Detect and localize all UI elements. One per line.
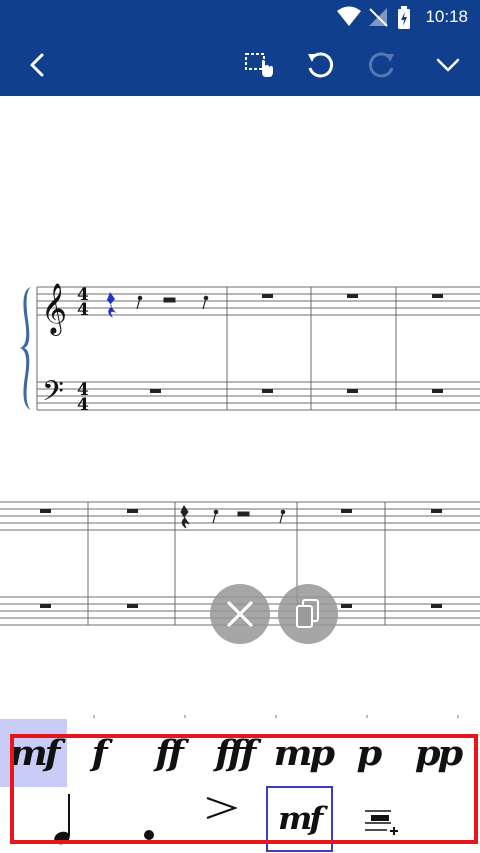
undo-icon xyxy=(308,52,334,78)
dynamic-tool-button[interactable]: mf xyxy=(266,786,333,852)
bass-clef: 𝄢 xyxy=(42,375,64,415)
dynamic-label: pp xyxy=(414,732,462,774)
quarter-note-button[interactable] xyxy=(36,788,86,848)
copy-button[interactable] xyxy=(278,584,338,644)
wifi-icon xyxy=(337,6,361,32)
dynamic-p[interactable]: p xyxy=(338,719,398,787)
staccato-dot-icon xyxy=(144,830,154,840)
dynamics-palette: mf f ff fff mp p pp mf xyxy=(0,718,480,853)
dynamic-label: fff xyxy=(215,732,256,774)
status-time: 10:18 xyxy=(425,7,468,26)
close-button[interactable] xyxy=(210,584,270,644)
no-signal-icon xyxy=(367,6,389,32)
time-sig-bottom: 4 xyxy=(77,395,89,415)
toolbar xyxy=(0,34,480,96)
dynamic-f[interactable]: f xyxy=(68,719,128,787)
redo-button[interactable] xyxy=(354,34,410,96)
staccato-button[interactable] xyxy=(124,788,174,848)
close-icon xyxy=(227,601,253,627)
add-staff-text-button[interactable] xyxy=(350,796,410,846)
dynamic-label: mf xyxy=(9,732,61,774)
copy-icon xyxy=(296,599,319,628)
dynamic-pp[interactable]: pp xyxy=(404,719,470,787)
dynamic-fff[interactable]: fff xyxy=(200,719,268,787)
status-bar: 10:18 xyxy=(0,0,480,34)
add-staff-text-icon xyxy=(365,810,398,835)
back-button[interactable] xyxy=(10,34,66,96)
selected-quarter-rest[interactable] xyxy=(107,292,116,318)
dynamic-label: mp xyxy=(273,732,335,774)
accent-icon xyxy=(206,797,237,819)
accent-button[interactable] xyxy=(196,788,246,828)
dynamic-mp[interactable]: mp xyxy=(270,719,336,787)
undo-button[interactable] xyxy=(292,34,348,96)
dynamic-label: p xyxy=(356,732,383,774)
grand-staff-brace xyxy=(20,287,31,410)
dynamic-marking-icon: mf xyxy=(278,801,323,837)
quarter-note-icon xyxy=(54,794,70,845)
collapse-button[interactable] xyxy=(420,34,476,96)
system-1-staff-lines xyxy=(36,286,480,411)
time-signatures: 4 4 4 4 xyxy=(77,285,89,415)
redo-icon xyxy=(368,52,394,78)
dynamic-mf[interactable]: mf xyxy=(0,719,67,787)
treble-clef: 𝄞 xyxy=(41,283,67,336)
time-sig-bottom: 4 xyxy=(77,300,89,320)
dynamic-label: ff xyxy=(155,732,183,774)
back-icon xyxy=(30,53,44,77)
dynamic-label: f xyxy=(91,732,108,774)
dynamic-ff[interactable]: ff xyxy=(134,719,202,787)
collapse-chevron-icon xyxy=(436,58,460,72)
select-region-icon xyxy=(245,53,273,77)
select-region-button[interactable] xyxy=(230,34,286,96)
battery-charging-icon xyxy=(397,6,411,34)
app-screen: 10:18 𝄞 𝄢 4 4 4 4 mf f ff fff mp p pp mf xyxy=(0,0,480,853)
measure-1-rests[interactable] xyxy=(136,295,209,310)
whole-rests[interactable] xyxy=(150,294,443,393)
